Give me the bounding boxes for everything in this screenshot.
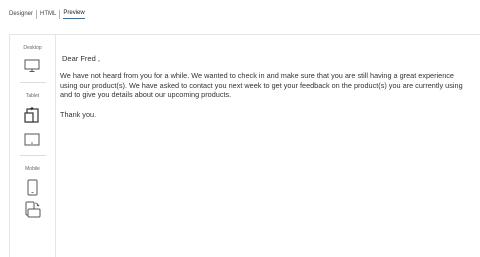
email-preview: Dear Fred , We have not heard from you f… [56,35,480,257]
tablet-label: Tablet [25,93,40,99]
tablet-rotate-icon[interactable] [24,106,40,123]
device-divider [20,155,46,156]
tab-separator [59,10,61,19]
email-greeting: Dear Fred , [62,54,100,63]
tablet-landscape-icon[interactable] [24,133,40,146]
mobile-label: Mobile [25,166,40,172]
device-divider [20,82,46,83]
tab-preview[interactable]: Preview [63,10,85,19]
preview-panel: Desktop Tablet Mobile Dear Fred , We hav… [9,34,480,257]
email-body: We have not heard from you for a while. … [60,71,463,100]
desktop-monitor-icon[interactable] [24,59,40,73]
view-tabs: Designer HTML Preview [9,10,85,19]
desktop-label: Desktop [23,45,42,51]
mobile-portrait-icon[interactable] [27,179,38,196]
tab-designer[interactable]: Designer [9,11,33,19]
mobile-rotate-icon[interactable] [24,201,41,218]
tab-html[interactable]: HTML [40,11,56,19]
tab-separator [36,10,38,19]
email-signoff: Thank you. [60,110,97,119]
device-selector: Desktop Tablet Mobile [10,35,56,257]
